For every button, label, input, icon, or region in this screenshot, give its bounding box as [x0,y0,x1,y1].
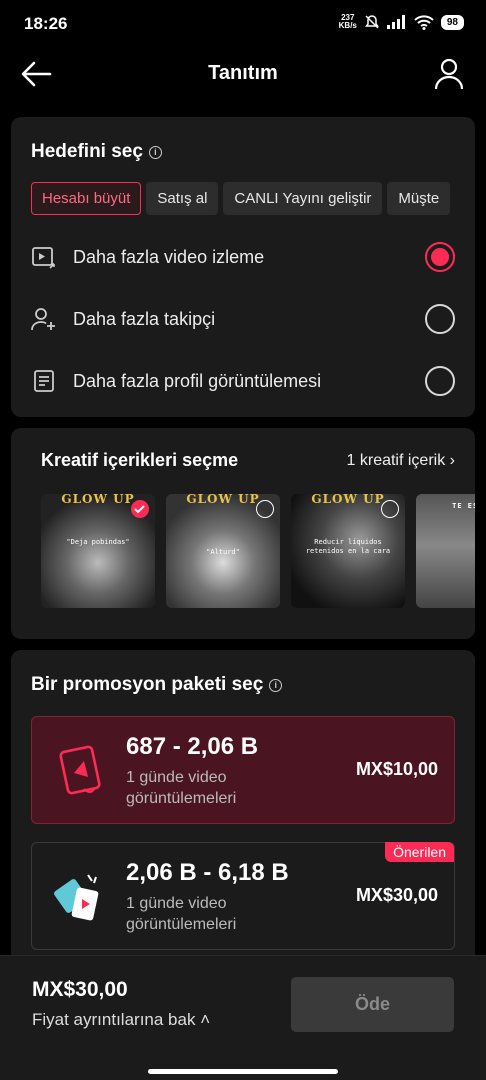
mute-icon [364,15,379,29]
creative-thumb[interactable]: GLOW UP "Alturd" [166,494,280,608]
option-more-followers[interactable]: Daha fazla takipçi [31,299,455,339]
home-indicator[interactable] [148,1069,338,1074]
radio-selected[interactable] [425,242,455,272]
radio-unselected[interactable] [425,366,455,396]
package-desc-line: görüntülemeleri [126,916,237,933]
radio-unselected[interactable] [425,304,455,334]
video-card-icon [59,745,101,795]
package-option-2[interactable]: Önerilen 2,06 B - 6,18 B 1 günde video g… [31,842,455,950]
package-desc-line: 1 günde video [126,895,227,912]
total-price: MX$30,00 [32,978,128,1001]
package-desc-line: 1 günde video [126,769,227,786]
package-desc: 1 günde video görüntülemeleri [126,893,236,935]
top-header: Tanıtım [0,48,486,104]
creative-count-link[interactable]: 1 kreatif içerik › [347,452,455,470]
network-speed: 237 KB/s [339,14,357,30]
creative-thumb[interactable]: TE ESTAN [416,494,475,608]
packages-title: Bir promosyon paketi seç i [31,674,283,696]
package-range: 2,06 B - 6,18 B [126,859,289,886]
creative-header: Kreatif içerikleri seçme 1 kreatif içeri… [41,450,455,471]
status-icons: 237 KB/s 98 [339,14,464,30]
add-follower-icon [31,308,55,331]
option-more-profile-views[interactable]: Daha fazla profil görüntülemesi [31,361,455,401]
creative-card: Kreatif içerikleri seçme 1 kreatif içeri… [11,428,475,639]
checkout-bar: MX$30,00 Fiyat ayrıntılarına bak ˄ Öde [0,955,486,1080]
thumb-title: TE ESTAN [452,502,475,510]
package-desc: 1 günde video görüntülemeleri [126,767,236,809]
info-icon[interactable]: i [269,678,283,692]
option-more-video-views[interactable]: Daha fazla video izleme [31,237,455,277]
package-price: MX$10,00 [355,759,438,779]
goal-title: Hedefini seç i [31,141,162,163]
pay-button[interactable]: Öde [291,977,454,1032]
chevron-up-icon: ˄ [195,1010,211,1029]
package-option-1[interactable]: 687 - 2,06 B 1 günde video görüntülemele… [31,716,455,824]
chevron-right-icon: › [449,451,455,469]
chip-improve-live[interactable]: CANLI Yayını geliştir [223,182,383,215]
profile-icon[interactable] [434,58,464,90]
status-bar: 18:26 237 KB/s 98 [0,0,486,48]
check-icon [131,500,149,518]
select-circle-icon [256,500,274,518]
option-label: Daha fazla profil görüntülemesi [73,370,322,391]
price-details-text: Fiyat ayrıntılarına bak [32,1010,196,1029]
chip-customers[interactable]: Müşte [387,182,451,215]
creative-thumb[interactable]: GLOW UP Reducir líquidos retenidos en la… [291,494,405,608]
status-time: 18:26 [24,14,68,33]
chip-get-sales[interactable]: Satış al [146,182,219,215]
chip-grow-account[interactable]: Hesabı büyüt [31,182,142,215]
video-cards-icon [54,874,99,921]
creative-thumbnails: GLOW UP "Deja pobindas" GLOW UP "Alturd"… [41,494,475,608]
price-details-link[interactable]: Fiyat ayrıntılarına bak ˄ [32,1010,210,1030]
video-play-icon [32,247,55,269]
thumb-caption: "Deja pobindas" [66,538,130,546]
select-circle-icon [381,500,399,518]
package-desc-line: görüntülemeleri [126,790,237,807]
page-title: Tanıtım [208,62,278,84]
creative-title: Kreatif içerikleri seçme [41,450,239,470]
thumb-caption: Reducir líquidos retenidos en la cara [305,538,391,555]
creative-count-text: 1 kreatif içerik [346,451,446,469]
package-range: 687 - 2,06 B [126,733,259,760]
battery-indicator: 98 [440,14,464,30]
creative-thumb[interactable]: GLOW UP "Deja pobindas" [41,494,155,608]
goal-title-text: Hedefini seç [31,141,143,162]
option-label: Daha fazla takipçi [73,308,216,329]
goal-card: Hedefini seç i Hesabı büyüt Satış al CANLI… [11,117,475,417]
network-speed-unit: KB/s [338,21,357,30]
signal-icon [386,15,405,29]
thumb-caption: "Alturd" [206,548,240,556]
recommended-badge: Önerilen [385,842,454,862]
option-label: Daha fazla video izleme [73,246,265,267]
goal-chips: Hesabı büyüt Satış al CANLI Yayını gelişti… [31,182,475,216]
packages-title-text: Bir promosyon paketi seç [31,674,264,695]
profile-document-icon [34,370,54,392]
wifi-icon [414,14,434,30]
package-price: MX$30,00 [355,885,438,905]
info-icon[interactable]: i [148,145,162,159]
